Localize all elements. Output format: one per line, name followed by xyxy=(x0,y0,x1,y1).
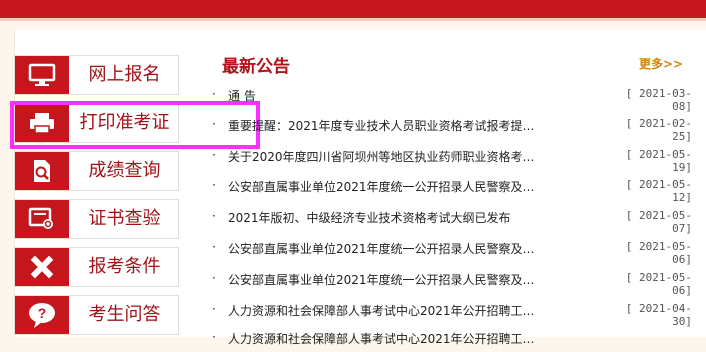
notice-row[interactable]: · 公安部直属事业单位2021年度统一公开招录人民警察及… [ 2021-05-… xyxy=(212,240,692,266)
notice-row[interactable]: · 关于2020年度四川省阿坝州等地区执业药师职业资格考… [ 2021-05-… xyxy=(212,148,692,174)
bullet: · xyxy=(212,302,216,316)
notice-date: [ 2021-05-19] xyxy=(625,148,692,174)
sidebar-item-label: 成绩查询 xyxy=(88,160,161,181)
document-search-icon xyxy=(15,152,69,190)
bullet: · xyxy=(212,87,216,101)
pencil-ruler-icon xyxy=(15,248,69,286)
notice-title[interactable]: 2021年版初、中级经济专业技术资格考试大纲已发布 xyxy=(228,209,600,226)
notice-date: [ 2021-03-08] xyxy=(625,87,692,113)
more-link[interactable]: 更多>> xyxy=(639,55,683,72)
sidebar-item-label: 报考条件 xyxy=(88,256,161,277)
notice-date: [ 2021-04-30] xyxy=(625,302,692,328)
sidebar-item-certificate-verification[interactable]: 证书查验 xyxy=(14,199,179,239)
sidebar-item-score-query[interactable]: 成绩查询 xyxy=(14,151,179,191)
top-banner xyxy=(0,0,706,21)
notice-date: [ 2021-02-25] xyxy=(625,117,692,143)
bullet: · xyxy=(212,148,216,162)
notice-title[interactable]: 关于2020年度四川省阿坝州等地区执业药师职业资格考… xyxy=(228,148,600,165)
sidebar-item-label: 网上报名 xyxy=(88,64,161,85)
notice-date: [ 2021-05-12] xyxy=(625,178,692,204)
notice-date: [ 2021-05-06] xyxy=(625,240,692,266)
notice-title[interactable]: 人力资源和社会保障部人事考试中心2021年公开招聘工… xyxy=(228,330,600,347)
notice-row[interactable]: · 人力资源和社会保障部人事考试中心2021年公开招聘工… xyxy=(212,330,692,352)
notice-title[interactable]: 重要提醒：2021年度专业技术人员职业资格考试报考提… xyxy=(228,117,600,134)
bullet: · xyxy=(212,330,216,344)
bullet: · xyxy=(212,209,216,223)
sidebar-item-candidate-faq[interactable]: ? 考生问答 xyxy=(14,295,179,335)
section-title: 最新公告 xyxy=(222,57,290,77)
notice-title[interactable]: 公安部直属事业单位2021年度统一公开招录人民警察及… xyxy=(228,178,600,195)
sidebar-item-exam-requirements[interactable]: 报考条件 xyxy=(14,247,179,287)
certificate-check-icon xyxy=(15,200,69,238)
notice-row[interactable]: · 人力资源和社会保障部人事考试中心2021年公开招聘工… [ 2021-04-… xyxy=(212,302,692,328)
notice-date: [ 2021-05-07] xyxy=(625,209,692,235)
sidebar-item-online-registration[interactable]: 网上报名 xyxy=(14,55,179,95)
question-bubble-icon: ? xyxy=(15,296,69,334)
notice-title[interactable]: 通 告 xyxy=(228,87,600,104)
sidebar-item-label: 考生问答 xyxy=(88,304,161,325)
notice-title[interactable]: 公安部直属事业单位2021年度统一公开招录人民警察及… xyxy=(228,271,600,288)
bullet: · xyxy=(212,178,216,192)
bullet: · xyxy=(212,271,216,285)
notice-date: [ 2021-05-06] xyxy=(625,271,692,297)
monitor-icon xyxy=(15,56,69,94)
notice-row[interactable]: · 公安部直属事业单位2021年度统一公开招录人民警察及… [ 2021-05-… xyxy=(212,178,692,204)
notice-title[interactable]: 人力资源和社会保障部人事考试中心2021年公开招聘工… xyxy=(228,302,600,319)
svg-text:?: ? xyxy=(38,305,47,321)
notice-row[interactable]: · 公安部直属事业单位2021年度统一公开招录人民警察及… [ 2021-05-… xyxy=(212,271,692,297)
notice-row[interactable]: · 重要提醒：2021年度专业技术人员职业资格考试报考提… [ 2021-02-… xyxy=(212,117,692,143)
notice-title[interactable]: 公安部直属事业单位2021年度统一公开招录人民警察及… xyxy=(228,240,600,257)
bullet: · xyxy=(212,117,216,131)
sidebar-item-label: 证书查验 xyxy=(88,208,161,229)
bullet: · xyxy=(212,240,216,254)
notice-row[interactable]: · 2021年版初、中级经济专业技术资格考试大纲已发布 [ 2021-05-07… xyxy=(212,209,692,235)
notice-row[interactable]: · 通 告 [ 2021-03-08] xyxy=(212,87,692,113)
